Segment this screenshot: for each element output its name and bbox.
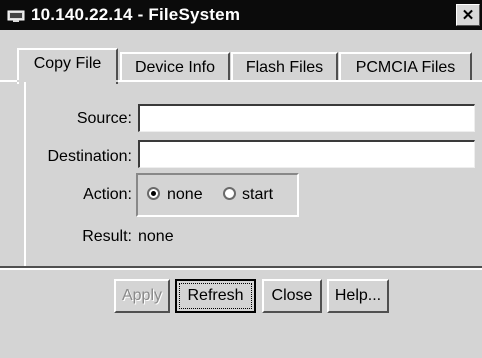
close-window-icon[interactable]: ✕ xyxy=(456,4,480,26)
panel-left-edge xyxy=(24,82,26,268)
monitor-icon xyxy=(6,7,25,23)
tab-flash-files[interactable]: Flash Files xyxy=(231,52,338,82)
result-value: none xyxy=(138,228,174,245)
radio-selected-dot xyxy=(151,191,156,196)
close-button[interactable]: Close xyxy=(262,279,322,313)
tab-pcmcia-files[interactable]: PCMCIA Files xyxy=(339,52,472,82)
action-start-radio[interactable] xyxy=(223,187,236,200)
source-label: Source: xyxy=(76,110,132,127)
action-none-label[interactable]: none xyxy=(167,186,203,204)
tab-device-info[interactable]: Device Info xyxy=(120,52,230,82)
destination-label: Destination: xyxy=(47,148,133,165)
result-label: Result: xyxy=(82,228,132,245)
source-field[interactable] xyxy=(138,104,475,132)
action-radio-group: none start xyxy=(136,173,299,217)
destination-field[interactable] xyxy=(138,140,475,168)
action-label: Action: xyxy=(83,186,132,203)
action-start-label[interactable]: start xyxy=(242,186,273,204)
active-tab-join xyxy=(17,80,118,82)
action-none-radio[interactable] xyxy=(147,187,160,200)
tab-strip: Copy File Device Info Flash Files PCMCIA… xyxy=(0,30,482,84)
tab-copy-file[interactable]: Copy File xyxy=(17,48,118,84)
window-title: 10.140.22.14 - FileSystem xyxy=(31,5,241,24)
window-titlebar[interactable]: 10.140.22.14 - FileSystem ✕ xyxy=(0,0,482,30)
refresh-button[interactable]: Refresh xyxy=(175,279,256,313)
help-button[interactable]: Help... xyxy=(327,279,389,313)
apply-button[interactable]: Apply xyxy=(114,279,170,313)
panel-bottom-highlight xyxy=(0,268,482,270)
